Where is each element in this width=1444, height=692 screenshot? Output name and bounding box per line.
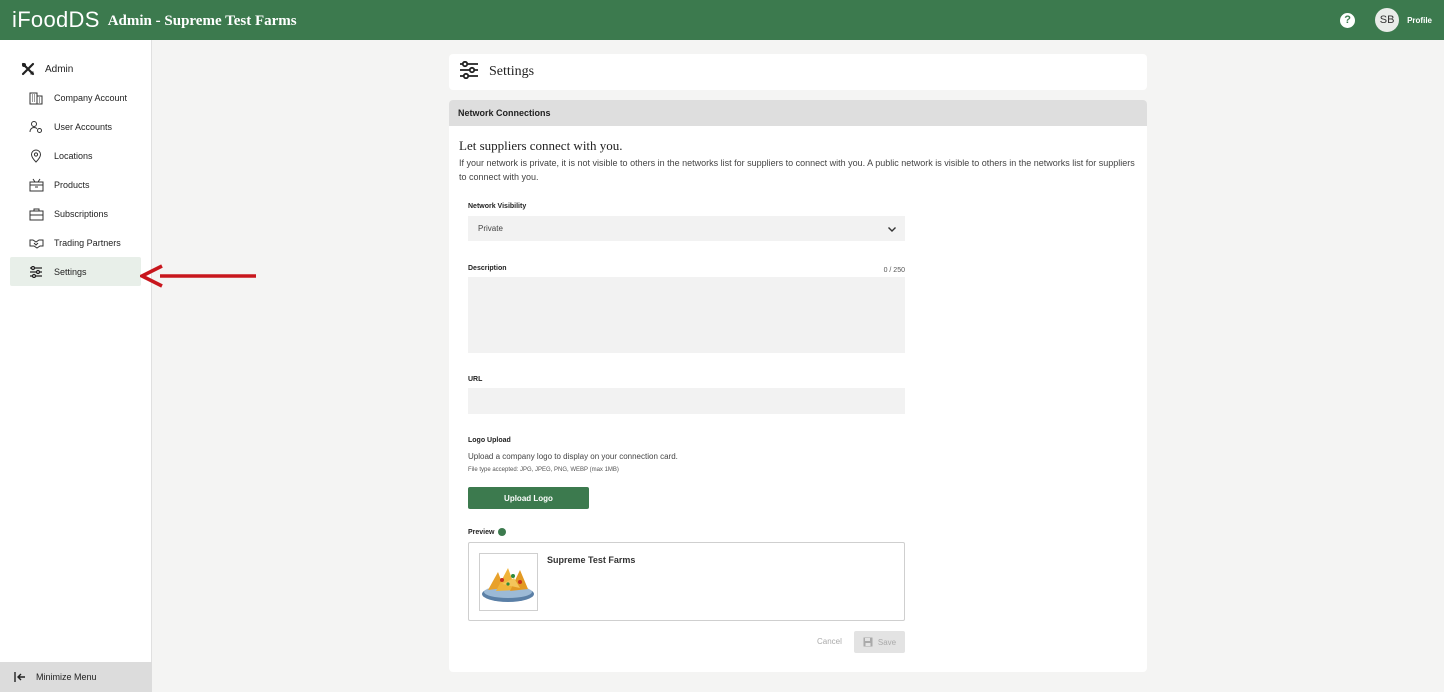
upload-logo-button[interactable]: Upload Logo bbox=[468, 487, 589, 509]
collapse-left-icon bbox=[12, 669, 28, 685]
logo-upload-label: Logo Upload bbox=[468, 437, 511, 444]
url-label: URL bbox=[468, 376, 483, 383]
description-textarea[interactable] bbox=[468, 277, 905, 353]
sidebar-item-label: Locations bbox=[54, 150, 93, 161]
visibility-label: Network Visibility bbox=[468, 203, 527, 210]
building-icon bbox=[28, 90, 44, 106]
url-input[interactable] bbox=[468, 388, 905, 414]
logo-preview-image bbox=[479, 553, 538, 611]
save-button[interactable]: Save bbox=[854, 631, 905, 653]
preview-label: Preview bbox=[468, 528, 495, 536]
sidebar-item-label: Products bbox=[54, 179, 90, 190]
sidebar-item-label: Trading Partners bbox=[54, 237, 121, 248]
top-bar: iFoodDS Admin - Supreme Test Farms ? SB … bbox=[0, 0, 1444, 40]
lead-description: If your network is private, it is not vi… bbox=[459, 158, 1135, 182]
sidebar-item-label: User Accounts bbox=[54, 121, 113, 132]
description-label: Description bbox=[468, 265, 507, 272]
minimize-menu-label: Minimize Menu bbox=[36, 672, 97, 682]
red-arrow-annotation bbox=[140, 264, 256, 288]
sidebar-item-products[interactable]: Products bbox=[10, 170, 141, 199]
header-actions: ? SB Profile bbox=[1340, 8, 1432, 32]
minimize-menu-button[interactable]: Minimize Menu bbox=[0, 662, 152, 692]
connection-preview-card: Supreme Test Farms bbox=[468, 542, 905, 621]
visibility-value: Private bbox=[478, 224, 503, 233]
visibility-select[interactable]: Private bbox=[468, 216, 905, 241]
sidebar-item-locations[interactable]: Locations bbox=[10, 141, 141, 170]
sidebar-item-subscriptions[interactable]: Subscriptions bbox=[10, 199, 141, 228]
page-header-card: Settings bbox=[449, 54, 1147, 90]
info-icon[interactable] bbox=[498, 528, 507, 536]
floppy-disk-icon bbox=[863, 637, 873, 647]
lead-heading: Let suppliers connect with you. bbox=[459, 138, 623, 153]
app-logo[interactable]: iFoodDS bbox=[12, 7, 100, 33]
logo-upload-note: File type accepted: JPG, JPEG, PNG, WEBP… bbox=[468, 467, 619, 473]
sidebar-item-settings[interactable]: Settings bbox=[10, 257, 141, 286]
sidebar-item-user-accounts[interactable]: User Accounts bbox=[10, 112, 141, 141]
tools-icon bbox=[20, 61, 36, 77]
help-icon[interactable]: ? bbox=[1340, 12, 1356, 28]
network-connections-panel: Network Connections Let suppliers connec… bbox=[449, 100, 1147, 672]
user-gear-icon bbox=[28, 119, 44, 135]
preview-company-name: Supreme Test Farms bbox=[547, 555, 636, 565]
sliders-icon bbox=[459, 60, 479, 84]
section-title: Network Connections bbox=[449, 100, 1147, 126]
avatar[interactable]: SB bbox=[1375, 8, 1400, 32]
sidebar-section-label: Admin bbox=[45, 63, 74, 75]
preview-label-row: Preview bbox=[468, 528, 507, 536]
description-counter: 0 / 250 bbox=[883, 267, 905, 274]
logo-upload-description: Upload a company logo to display on your… bbox=[468, 452, 678, 461]
save-label: Save bbox=[877, 637, 897, 647]
nachos-icon bbox=[482, 568, 534, 602]
app-title: Admin - Supreme Test Farms bbox=[107, 13, 297, 29]
sidebar-item-label: Subscriptions bbox=[54, 208, 109, 219]
sliders-icon bbox=[28, 264, 44, 280]
box-icon bbox=[28, 177, 44, 193]
sidebar-item-trading-partners[interactable]: Trading Partners bbox=[10, 228, 141, 257]
cancel-button[interactable]: Cancel bbox=[817, 637, 842, 646]
page-title: Settings bbox=[489, 64, 535, 79]
profile-link[interactable]: Profile bbox=[1407, 16, 1432, 25]
sidebar-item-company-account[interactable]: Company Account bbox=[10, 83, 141, 112]
map-pin-icon bbox=[28, 148, 44, 164]
sidebar-section-admin[interactable]: Admin bbox=[0, 55, 151, 83]
sidebar-item-label: Company Account bbox=[54, 92, 128, 103]
briefcase-icon bbox=[28, 206, 44, 222]
handshake-icon bbox=[28, 235, 44, 251]
chevron-down-icon bbox=[888, 227, 896, 232]
sidebar: Admin Company Account User Accounts Loca… bbox=[0, 40, 152, 692]
sidebar-item-label: Settings bbox=[54, 266, 87, 277]
